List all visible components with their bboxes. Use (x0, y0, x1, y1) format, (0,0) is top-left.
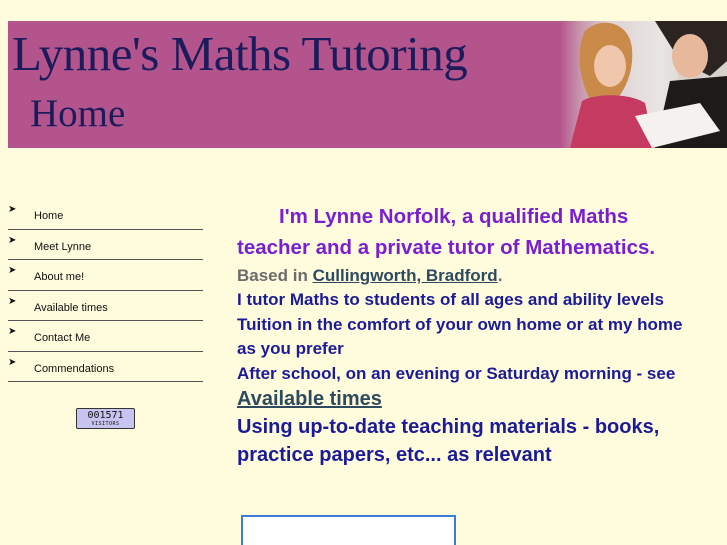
sidebar-item-label[interactable]: Meet Lynne (34, 241, 91, 253)
tuition-preference-text: as you prefer (237, 339, 344, 358)
visitor-counter[interactable]: 001571 VISITORS (76, 408, 135, 429)
location-link[interactable]: Cullingworth, Bradford (313, 266, 498, 285)
sidebar-item-meet-lynne[interactable]: ➤ Meet Lynne (8, 230, 203, 260)
header-banner: Lynne's Maths Tutoring Home (8, 21, 727, 148)
intro-line-2: teacher and a private tutor of Mathemati… (237, 236, 656, 259)
visitor-counter-label: VISITORS (91, 421, 120, 427)
header-photo (560, 21, 727, 148)
sidebar-item-contact-me[interactable]: ➤ Contact Me (8, 321, 203, 352)
page-title: Home (30, 92, 126, 135)
arrow-right-icon: ➤ (8, 326, 17, 337)
location-suffix: . (497, 266, 503, 285)
arrow-right-icon: ➤ (8, 265, 17, 276)
schedule-text: After school, on an evening or Saturday … (237, 363, 676, 383)
intro-line-1: I'm Lynne Norfolk, a qualified Maths (279, 205, 629, 228)
materials-text-line-2: practice papers, etc... as relevant (237, 444, 552, 466)
available-times-line: Available times (237, 386, 727, 413)
tutor-ages-text: I tutor Maths to students of all ages an… (237, 290, 664, 309)
site-title: Lynne's Maths Tutoring (12, 26, 468, 81)
visitor-count: 001571 (87, 410, 124, 421)
embedded-frame (241, 515, 456, 545)
tuition-location-text: Tuition in the comfort of your own home … (237, 314, 683, 334)
arrow-right-icon: ➤ (8, 295, 17, 307)
intro-heading: I'm Lynne Norfolk, a qualified Maths tea… (237, 201, 727, 263)
sidebar-item-label[interactable]: Contact Me (34, 332, 90, 344)
sidebar-item-label[interactable]: Available times (34, 302, 108, 314)
sidebar-item-home[interactable]: ➤ Home (8, 199, 203, 230)
sidebar-item-about-me[interactable]: ➤ About me! (8, 260, 203, 291)
available-times-link[interactable]: Available times (237, 388, 382, 410)
sidebar-item-label[interactable]: About me! (34, 271, 84, 283)
sidebar-item-label[interactable]: Home (34, 210, 63, 222)
sidebar-item-commendations[interactable]: ➤ Commendations (8, 352, 203, 382)
arrow-right-icon: ➤ (8, 204, 17, 215)
main-content: I'm Lynne Norfolk, a qualified Maths tea… (237, 201, 727, 469)
materials-text-line-1: Using up-to-date teaching materials - bo… (237, 416, 660, 438)
sidebar-item-available-times[interactable]: ➤ Available times (8, 291, 203, 321)
location-prefix: Based in (237, 266, 313, 285)
arrow-right-icon: ➤ (8, 356, 17, 368)
arrow-right-icon: ➤ (8, 234, 17, 246)
sidebar-nav: ➤ Home ➤ Meet Lynne ➤ About me! ➤ Availa… (8, 199, 203, 382)
location-line: Based in Cullingworth, Bradford. (237, 263, 727, 288)
sidebar-item-label[interactable]: Commendations (34, 363, 114, 375)
tutor-and-student-photo (570, 21, 727, 148)
